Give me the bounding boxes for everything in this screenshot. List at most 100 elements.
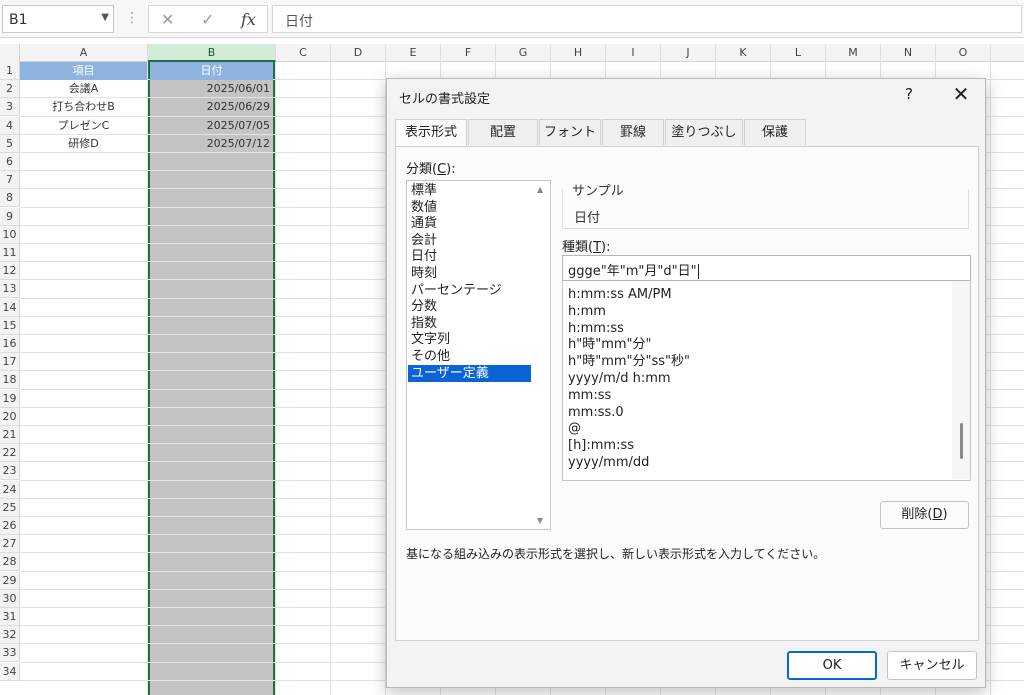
scrollbar-thumb[interactable] <box>960 423 963 459</box>
row-header-12[interactable]: 12 <box>0 262 20 281</box>
column-header-h[interactable]: H <box>551 44 606 62</box>
row-header-5[interactable]: 5 <box>0 134 20 153</box>
column-header-e[interactable]: E <box>386 44 441 62</box>
column-header-o[interactable]: O <box>936 44 991 62</box>
format-item[interactable]: h:mm <box>568 303 606 320</box>
row-header-9[interactable]: 9 <box>0 207 20 226</box>
category-item[interactable]: 日付 <box>408 248 531 265</box>
format-item[interactable]: mm:ss <box>568 387 611 404</box>
type-input[interactable]: ggge"年"m"月"d"日" <box>562 255 971 281</box>
column-header-f[interactable]: F <box>441 44 496 62</box>
row-header-28[interactable]: 28 <box>0 553 20 572</box>
row-header-31[interactable]: 31 <box>0 608 20 626</box>
column-header-c[interactable]: C <box>276 44 331 62</box>
row-header-27[interactable]: 27 <box>0 535 20 554</box>
tab-0[interactable]: 表示形式 <box>395 119 467 147</box>
row-header-26[interactable]: 26 <box>0 517 20 535</box>
row-header-32[interactable]: 32 <box>0 626 20 645</box>
category-item[interactable]: ユーザー定義 <box>408 364 531 382</box>
column-header-b[interactable]: B <box>148 44 276 62</box>
chevron-down-icon[interactable]: ▼ <box>101 12 109 23</box>
name-box[interactable]: B1 ▼ <box>2 5 114 33</box>
scroll-up-icon[interactable]: ▲ <box>537 185 543 194</box>
format-item[interactable]: [h]:mm:ss <box>568 437 634 454</box>
format-item[interactable]: h:mm:ss AM/PM <box>568 286 672 303</box>
cell-date[interactable]: 2025/07/05 <box>148 117 274 135</box>
category-item[interactable]: 時刻 <box>408 265 531 282</box>
close-icon[interactable]: ✕ <box>947 82 975 106</box>
column-header-k[interactable]: K <box>716 44 771 62</box>
check-icon[interactable]: ✓ <box>201 10 214 29</box>
column-header-m[interactable]: M <box>826 44 881 62</box>
column-header-i[interactable]: I <box>606 44 661 62</box>
row-header-29[interactable]: 29 <box>0 571 20 590</box>
formula-input[interactable]: 日付 <box>272 5 1022 33</box>
column-header-g[interactable]: G <box>496 44 551 62</box>
tab-4[interactable]: 塗りつぶし <box>665 119 743 145</box>
row-header-15[interactable]: 15 <box>0 316 20 335</box>
row-header-13[interactable]: 13 <box>0 280 20 299</box>
ok-button[interactable]: OK <box>787 651 877 680</box>
format-item[interactable]: yyyy/mm/dd <box>568 454 649 471</box>
tab-5[interactable]: 保護 <box>744 119 806 145</box>
row-header-14[interactable]: 14 <box>0 298 20 317</box>
cell-date[interactable]: 2025/06/01 <box>148 80 274 98</box>
row-header-18[interactable]: 18 <box>0 371 20 390</box>
header-cell[interactable]: 日付 <box>150 62 273 80</box>
column-header-a[interactable]: A <box>20 44 148 62</box>
cell-item[interactable]: 研修D <box>20 135 147 153</box>
row-header-1[interactable]: 1 <box>0 62 20 80</box>
category-item[interactable]: パーセンテージ <box>408 282 531 299</box>
format-scrollbar[interactable] <box>952 281 970 479</box>
format-item[interactable]: h:mm:ss <box>568 320 624 337</box>
category-item[interactable]: 指数 <box>408 315 531 332</box>
row-header-3[interactable]: 3 <box>0 98 20 117</box>
help-icon[interactable]: ? <box>905 85 913 103</box>
row-header-6[interactable]: 6 <box>0 153 20 171</box>
cell-date[interactable]: 2025/06/29 <box>148 98 274 116</box>
row-header-25[interactable]: 25 <box>0 498 20 517</box>
column-header-n[interactable]: N <box>881 44 936 62</box>
cell-item[interactable]: 会議A <box>20 80 147 98</box>
row-header-8[interactable]: 8 <box>0 189 20 208</box>
tab-1[interactable]: 配置 <box>468 119 538 145</box>
row-header-2[interactable]: 2 <box>0 80 20 99</box>
row-header-19[interactable]: 19 <box>0 389 20 408</box>
category-item[interactable]: 分数 <box>408 298 531 315</box>
format-item[interactable]: mm:ss.0 <box>568 404 624 421</box>
category-item[interactable]: その他 <box>408 348 531 365</box>
row-header-4[interactable]: 4 <box>0 116 20 135</box>
category-item[interactable]: 標準 <box>408 182 531 199</box>
row-header-10[interactable]: 10 <box>0 225 20 244</box>
cell-item[interactable]: 打ち合わせB <box>20 98 147 116</box>
row-header-22[interactable]: 22 <box>0 444 20 463</box>
row-header-16[interactable]: 16 <box>0 335 20 353</box>
select-all-corner[interactable] <box>0 44 20 62</box>
format-list[interactable]: h:mm:ss AM/PM h:mm h:mm:ss h"時"mm"分" h"時"mm"… <box>562 281 971 481</box>
format-item[interactable]: h"時"mm"分" <box>568 336 652 353</box>
tab-3[interactable]: 罫線 <box>602 119 664 145</box>
format-item[interactable]: h"時"mm"分"ss"秒" <box>568 353 690 370</box>
cancel-button[interactable]: キャンセル <box>887 651 977 680</box>
cell-item[interactable]: プレゼンC <box>20 117 147 135</box>
category-item[interactable]: 数値 <box>408 199 531 216</box>
header-cell[interactable]: 項目 <box>20 62 147 80</box>
function-icon[interactable]: fx <box>241 10 256 29</box>
row-header-11[interactable]: 11 <box>0 244 20 262</box>
row-header-20[interactable]: 20 <box>0 407 20 426</box>
row-header-24[interactable]: 24 <box>0 480 20 499</box>
tab-2[interactable]: フォント <box>539 119 601 145</box>
row-header-23[interactable]: 23 <box>0 462 20 481</box>
selected-column-b[interactable] <box>148 62 275 695</box>
row-header-33[interactable]: 33 <box>0 644 20 663</box>
category-item[interactable]: 通貨 <box>408 215 531 232</box>
cell-date[interactable]: 2025/07/12 <box>148 135 274 153</box>
row-header-17[interactable]: 17 <box>0 353 20 372</box>
row-header-34[interactable]: 34 <box>0 662 20 681</box>
category-list[interactable]: ▲ ▼ 標準 数値 通貨 会計 日付 時刻 パーセンテージ 分数 指数 文字列 その他 ユーザー定義 <box>406 180 551 530</box>
row-header-7[interactable]: 7 <box>0 171 20 190</box>
column-header-l[interactable]: L <box>771 44 826 62</box>
format-item[interactable]: yyyy/m/d h:mm <box>568 370 671 387</box>
category-item[interactable]: 会計 <box>408 232 531 249</box>
category-scrollbar[interactable]: ▲ ▼ <box>532 181 550 529</box>
